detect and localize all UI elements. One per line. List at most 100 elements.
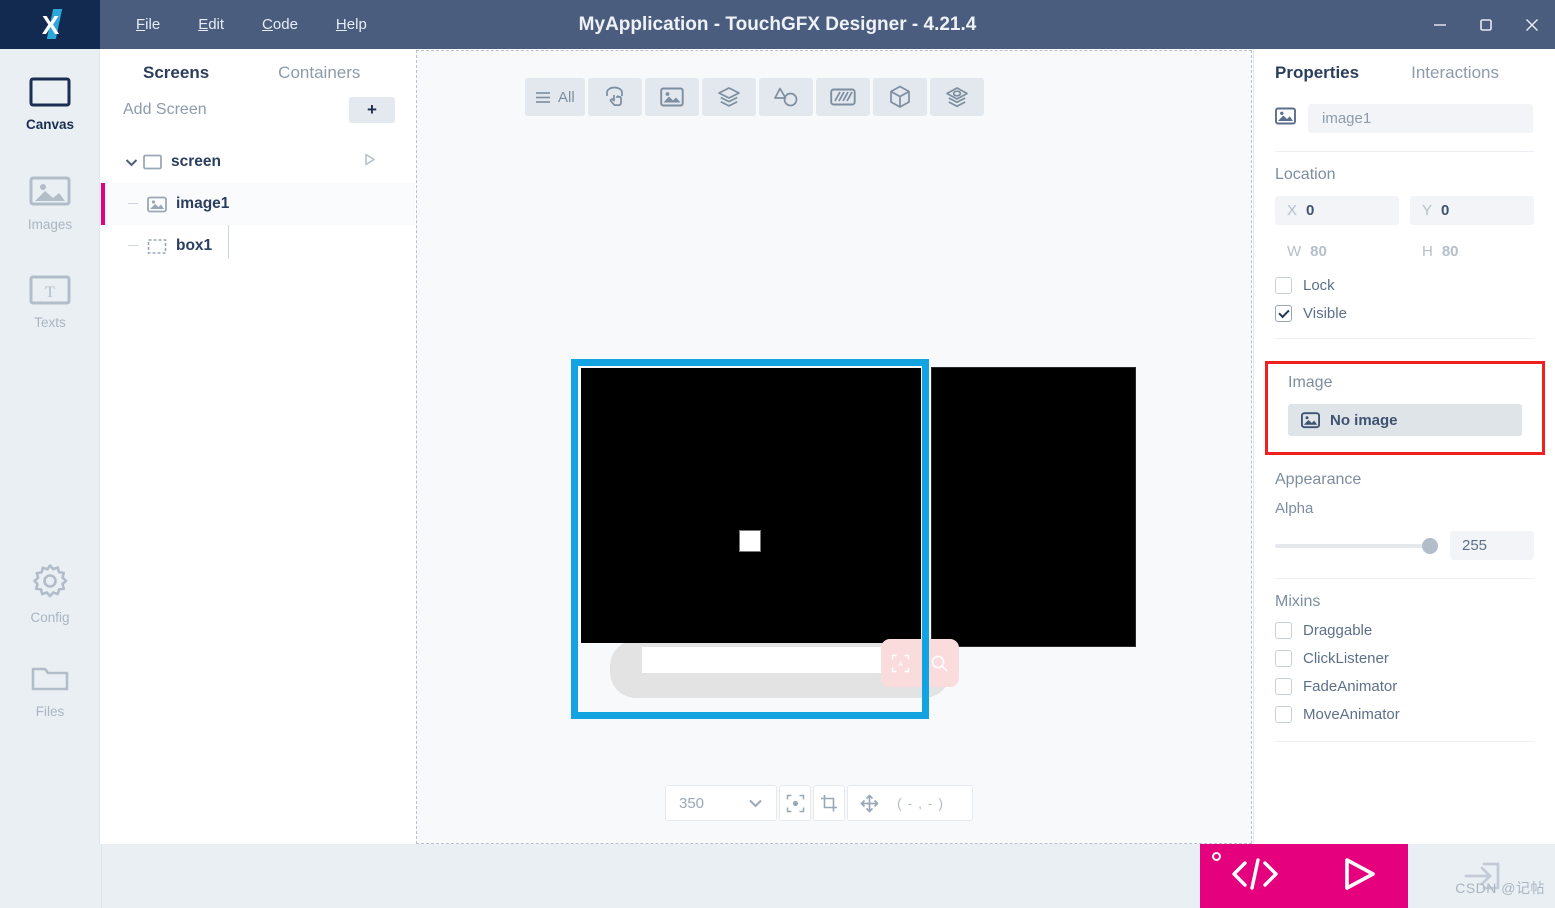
interaction-widgets-button[interactable]: [587, 78, 642, 116]
crop-icon: [820, 794, 837, 811]
lock-row[interactable]: Lock: [1254, 266, 1555, 294]
misc-widgets-button[interactable]: [929, 78, 984, 116]
fadeanimator-checkbox[interactable]: [1275, 678, 1292, 695]
container-widgets-button[interactable]: [701, 78, 756, 116]
picture-icon: [659, 87, 684, 107]
export-button[interactable]: [1408, 844, 1555, 908]
mixins-section-title: Mixins: [1275, 593, 1321, 610]
generate-code-button[interactable]: [1227, 854, 1283, 899]
visible-checkbox[interactable]: [1275, 305, 1292, 322]
tree-label-image1: image1: [176, 195, 230, 212]
window-controls: [1417, 0, 1555, 49]
add-screen-button[interactable]: +: [349, 97, 395, 123]
crop-button[interactable]: [813, 785, 845, 821]
progress-widgets-button[interactable]: [815, 78, 870, 116]
tree-node-screen[interactable]: screen: [101, 141, 415, 183]
image-selector-button[interactable]: No image: [1288, 404, 1522, 436]
w-label: W: [1287, 243, 1302, 260]
rail-item-files[interactable]: Files: [0, 642, 100, 719]
fit-to-screen-button[interactable]: [779, 785, 811, 821]
alpha-value-field[interactable]: 255: [1450, 531, 1534, 560]
tab-properties[interactable]: Properties: [1275, 63, 1359, 83]
menu-help-mnemonic: H: [335, 16, 347, 33]
h-field[interactable]: H 80: [1410, 237, 1534, 266]
zoom-level-value: 350: [679, 794, 705, 812]
menu-item-edit[interactable]: Edit: [179, 0, 243, 49]
maximize-button[interactable]: [1463, 0, 1509, 49]
location-section-title: Location: [1275, 166, 1336, 183]
mixin-row-clicklistener[interactable]: ClickListener: [1254, 639, 1555, 667]
bottom-action-bar: CSDN @记帖: [0, 844, 1555, 908]
canvas-rect-icon: [29, 77, 71, 112]
mixin-row-fadeanimator[interactable]: FadeAnimator: [1254, 667, 1555, 695]
minimize-button[interactable]: [1417, 0, 1463, 49]
3d-widgets-button[interactable]: [872, 78, 927, 116]
rail-item-texts[interactable]: T Texts: [0, 255, 100, 330]
folder-icon: [30, 662, 70, 699]
tree-node-box1[interactable]: box1: [101, 225, 415, 267]
clicklistener-label: ClickListener: [1303, 650, 1389, 667]
draggable-checkbox[interactable]: [1275, 622, 1292, 639]
watermark-text: CSDN @记帖: [1455, 880, 1545, 896]
title-bar: X File Edit Code Help MyApplication - To…: [0, 0, 1555, 49]
chevron-down-icon[interactable]: [123, 158, 139, 167]
zoom-level-dropdown[interactable]: 350: [665, 785, 777, 821]
tab-screens[interactable]: Screens: [135, 63, 217, 83]
y-field[interactable]: Y 0: [1410, 196, 1534, 225]
menu-bar: File Edit Code Help: [117, 0, 386, 49]
shape-widgets-button[interactable]: [758, 78, 813, 116]
w-field[interactable]: W 80: [1275, 237, 1399, 266]
lock-checkbox[interactable]: [1275, 277, 1292, 294]
menu-item-code[interactable]: Code: [243, 0, 317, 49]
tab-interactions[interactable]: Interactions: [1411, 63, 1499, 83]
run-simulator-button[interactable]: [1337, 854, 1381, 899]
play-triangle-icon[interactable]: [362, 152, 377, 172]
gear-icon: [31, 562, 69, 605]
layers-icon: [717, 87, 740, 107]
rail-item-images[interactable]: Images: [0, 155, 100, 232]
divider-2: [1275, 338, 1534, 339]
box1-background-box[interactable]: [931, 367, 1136, 647]
menu-edit-mnemonic: E: [198, 16, 209, 33]
widget-name-field[interactable]: image1: [1308, 104, 1533, 133]
play-triangle-icon: [1345, 857, 1375, 890]
tree-node-image1[interactable]: image1: [101, 183, 415, 225]
clicklistener-checkbox[interactable]: [1275, 650, 1292, 667]
rail-item-canvas[interactable]: Canvas: [0, 57, 100, 132]
x-field[interactable]: X 0: [1275, 196, 1399, 225]
image-placeholder-icon: [1301, 411, 1320, 429]
alpha-slider[interactable]: [1275, 537, 1438, 554]
svg-text:T: T: [45, 284, 55, 301]
left-rail: Canvas Images T Texts Config Files: [0, 49, 100, 908]
code-brackets-icon: [1232, 857, 1278, 890]
close-button[interactable]: [1509, 0, 1555, 49]
add-screen-label: Add Screen: [123, 101, 207, 118]
bottom-divider: [101, 844, 102, 908]
list-lines-icon: [536, 91, 550, 103]
rail-label-files: Files: [35, 704, 65, 719]
rail-label-texts: Texts: [34, 315, 66, 330]
alpha-label: Alpha: [1275, 500, 1314, 517]
menu-item-file[interactable]: File: [117, 0, 179, 49]
cube-icon: [889, 85, 910, 108]
filter-all-button[interactable]: All: [525, 78, 585, 116]
image-widgets-button[interactable]: [644, 78, 699, 116]
rail-item-config[interactable]: Config: [0, 542, 100, 625]
rail-label-images: Images: [27, 217, 73, 232]
alpha-slider-knob[interactable]: [1422, 537, 1438, 554]
tab-containers[interactable]: Containers: [270, 63, 368, 83]
visible-row[interactable]: Visible: [1254, 294, 1555, 322]
alpha-slider-row: 255: [1254, 517, 1555, 560]
y-value: 0: [1441, 202, 1450, 219]
pan-coordinates[interactable]: ( - , - ): [847, 785, 973, 821]
menu-item-help[interactable]: Help: [317, 0, 386, 49]
mixin-row-moveanimator[interactable]: MoveAnimator: [1254, 695, 1555, 723]
x-label: X: [1287, 202, 1298, 219]
box-widget-icon: [147, 238, 167, 255]
h-label: H: [1422, 243, 1433, 260]
mixin-row-draggable[interactable]: Draggable: [1254, 611, 1555, 639]
canvas-area[interactable]: All A 350 (- , -): [416, 50, 1252, 844]
tree-label-screen: screen: [171, 153, 221, 170]
selection-frame[interactable]: [571, 359, 929, 719]
moveanimator-checkbox[interactable]: [1275, 706, 1292, 723]
